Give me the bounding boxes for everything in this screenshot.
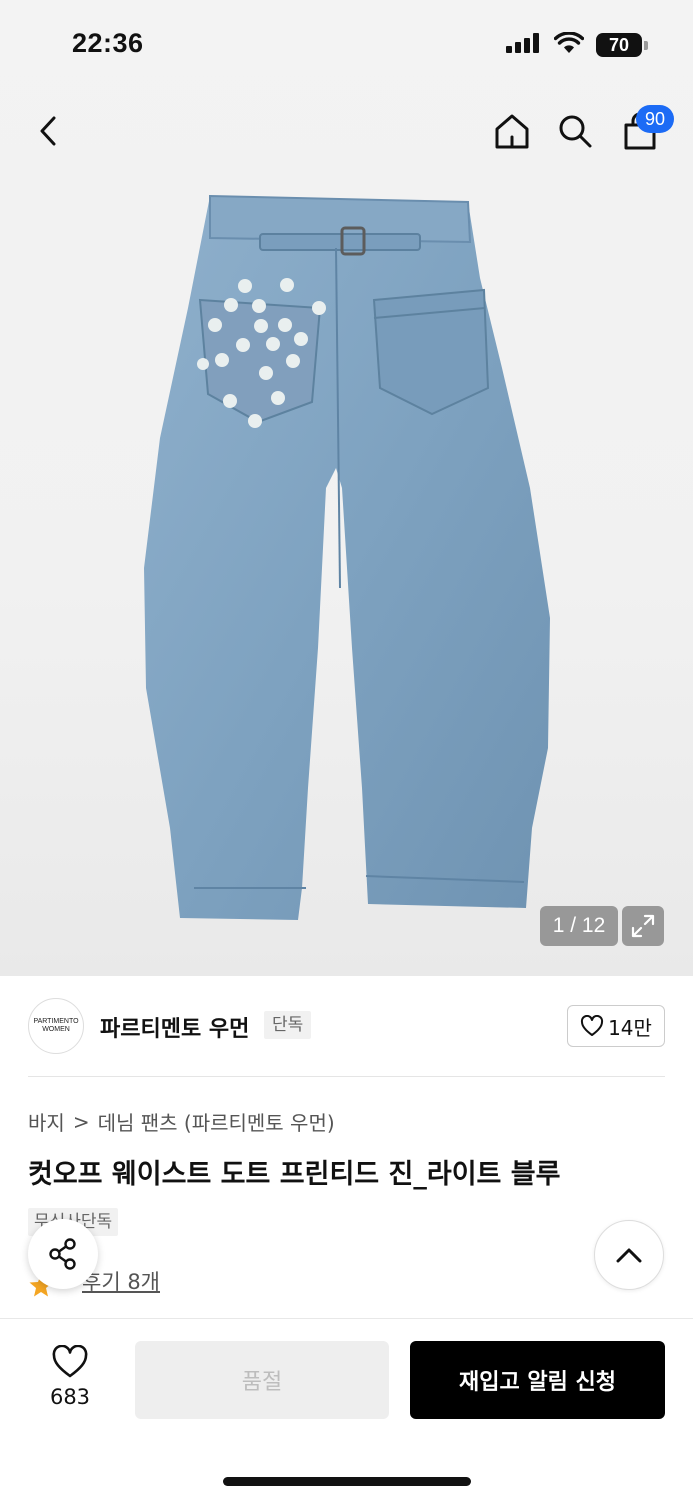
wish-count: 683: [49, 1385, 91, 1409]
share-icon: [49, 1238, 76, 1270]
status-time: 22:36: [72, 28, 144, 58]
search-button[interactable]: [552, 108, 598, 154]
battery-indicator: 70: [596, 33, 648, 57]
back-icon: [40, 116, 56, 146]
scroll-top-button[interactable]: [594, 1220, 664, 1290]
brand-logo-line2: WOMEN: [42, 1026, 70, 1033]
search-icon: [559, 115, 592, 148]
brand-name[interactable]: 파르티멘토 우먼: [100, 1011, 249, 1043]
product-gallery[interactable]: 22:36 70 90 1 / 12: [0, 0, 693, 976]
signal-icon: [506, 33, 539, 53]
home-indicator: [223, 1477, 471, 1486]
back-button[interactable]: [26, 108, 72, 154]
brand-like-count: 14만: [608, 1015, 652, 1040]
status-bar: 22:36 70: [0, 0, 693, 90]
wifi-icon: [554, 32, 584, 53]
home-button[interactable]: [489, 108, 535, 154]
exclusive-badge: 단독: [264, 1011, 312, 1039]
expand-image-button[interactable]: [622, 906, 664, 946]
breadcrumb: 바지 > 데님 팬츠 (파르티멘토 우먼): [28, 1107, 335, 1136]
divider: [28, 1076, 665, 1077]
product-image: [144, 194, 550, 920]
brand-like-button[interactable]: 14만: [567, 1005, 665, 1047]
brand-logo-line1: PARTIMENTO: [33, 1018, 79, 1025]
home-icon: [495, 114, 529, 149]
heart-icon: [52, 1344, 88, 1378]
soldout-button[interactable]: 품절: [135, 1341, 389, 1419]
breadcrumb-separator: >: [72, 1109, 90, 1134]
breadcrumb-subcategory[interactable]: 데님 팬츠 (파르티멘토 우먼): [98, 1107, 335, 1136]
expand-icon: [631, 914, 655, 938]
battery-level: 70: [596, 33, 642, 57]
share-button[interactable]: [28, 1219, 98, 1289]
brand-logo[interactable]: PARTIMENTO WOMEN: [28, 998, 84, 1054]
bottom-action-bar: 683 품절 재입고 알림 신청: [0, 1318, 693, 1500]
restock-alert-button[interactable]: 재입고 알림 신청: [410, 1341, 665, 1419]
chevron-up-icon: [616, 1248, 642, 1263]
cart-count-badge: 90: [636, 105, 674, 133]
breadcrumb-category[interactable]: 바지: [28, 1107, 65, 1136]
brand-row: PARTIMENTO WOMEN 파르티멘토 우먼 단독 14만: [28, 998, 665, 1056]
image-counter: 1 / 12: [540, 906, 618, 946]
heart-icon: [581, 1015, 604, 1036]
battery-tip: [644, 41, 648, 50]
wish-button[interactable]: 683: [30, 1344, 110, 1415]
product-title: 컷오프 웨이스트 도트 프린티드 진_라이트 블루: [28, 1159, 561, 1190]
